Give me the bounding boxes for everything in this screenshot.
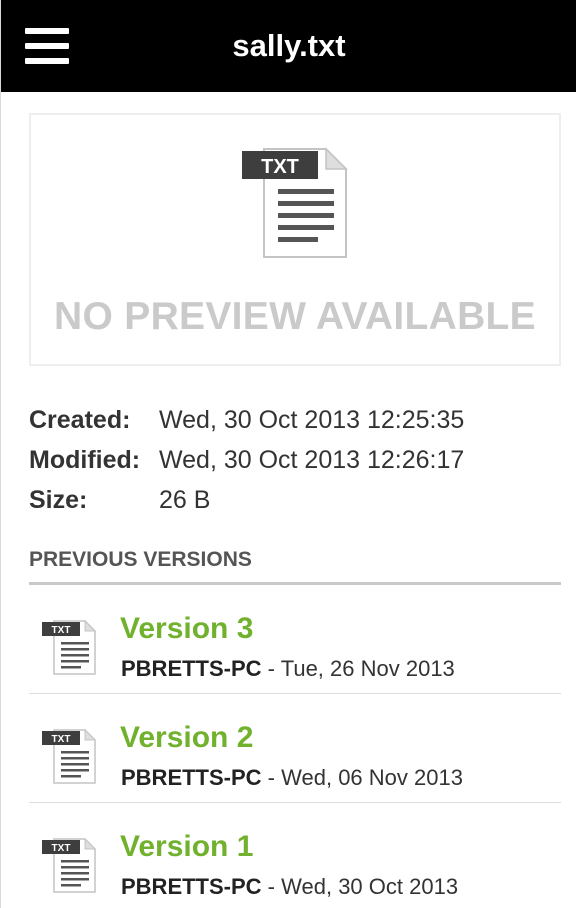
detail-separator: - (261, 874, 282, 899)
detail-separator: - (261, 656, 281, 681)
txt-file-icon: TXT (42, 728, 97, 784)
version-date: Wed, 06 Nov 2013 (281, 765, 463, 790)
file-detail-screen: sally.txt TXT NO PREVIEW AVAILABLE Creat… (0, 0, 576, 908)
txt-file-icon: TXT (42, 619, 97, 675)
version-list: TXT Version 3 PBRETTS-PC - Tue, 26 Nov 2… (29, 585, 561, 908)
app-header: sally.txt (1, 0, 576, 92)
page-title: sally.txt (232, 28, 346, 63)
version-device: PBRETTS-PC (121, 874, 262, 899)
version-detail: PBRETTS-PC - Wed, 30 Oct 2013 (121, 874, 458, 900)
size-row: Size: 26 B (29, 480, 569, 520)
created-row: Created: Wed, 30 Oct 2013 12:25:35 (29, 400, 569, 440)
created-value: Wed, 30 Oct 2013 12:25:35 (159, 406, 465, 434)
version-item[interactable]: TXT Version 3 PBRETTS-PC - Tue, 26 Nov 2… (29, 585, 561, 694)
version-device: PBRETTS-PC (121, 656, 262, 681)
version-date: Tue, 26 Nov 2013 (280, 656, 455, 681)
menu-button[interactable] (13, 20, 75, 72)
modified-label: Modified: (29, 446, 141, 474)
modified-value: Wed, 30 Oct 2013 12:26:17 (159, 446, 465, 474)
txt-file-icon: TXT (42, 837, 97, 893)
size-value: 26 B (159, 486, 211, 514)
txt-file-icon: TXT (242, 147, 348, 258)
version-name: Version 3 (120, 612, 254, 645)
no-preview-message: NO PREVIEW AVAILABLE (54, 295, 536, 338)
size-label: Size: (29, 486, 88, 514)
version-item[interactable]: TXT Version 2 PBRETTS-PC - Wed, 06 Nov 2… (29, 694, 561, 803)
version-device: PBRETTS-PC (121, 765, 262, 790)
version-name: Version 1 (120, 830, 254, 863)
detail-separator: - (261, 765, 282, 790)
file-type-badge: TXT (52, 625, 71, 636)
version-date: Wed, 30 Oct 2013 (281, 874, 459, 899)
file-metadata: Created: Wed, 30 Oct 2013 12:25:35 Modifi… (29, 400, 569, 520)
file-preview-panel: TXT NO PREVIEW AVAILABLE (29, 113, 561, 366)
version-item[interactable]: TXT Version 1 PBRETTS-PC - Wed, 30 Oct 2… (29, 803, 561, 908)
modified-row: Modified: Wed, 30 Oct 2013 12:26:17 (29, 440, 569, 480)
version-name: Version 2 (120, 721, 254, 754)
created-label: Created: (29, 406, 131, 434)
file-type-badge: TXT (261, 156, 299, 178)
version-detail: PBRETTS-PC - Tue, 26 Nov 2013 (121, 656, 455, 682)
previous-versions-header: PREVIOUS VERSIONS (29, 548, 252, 571)
file-type-badge: TXT (52, 843, 71, 854)
version-detail: PBRETTS-PC - Wed, 06 Nov 2013 (121, 765, 463, 791)
file-type-badge: TXT (52, 734, 71, 745)
